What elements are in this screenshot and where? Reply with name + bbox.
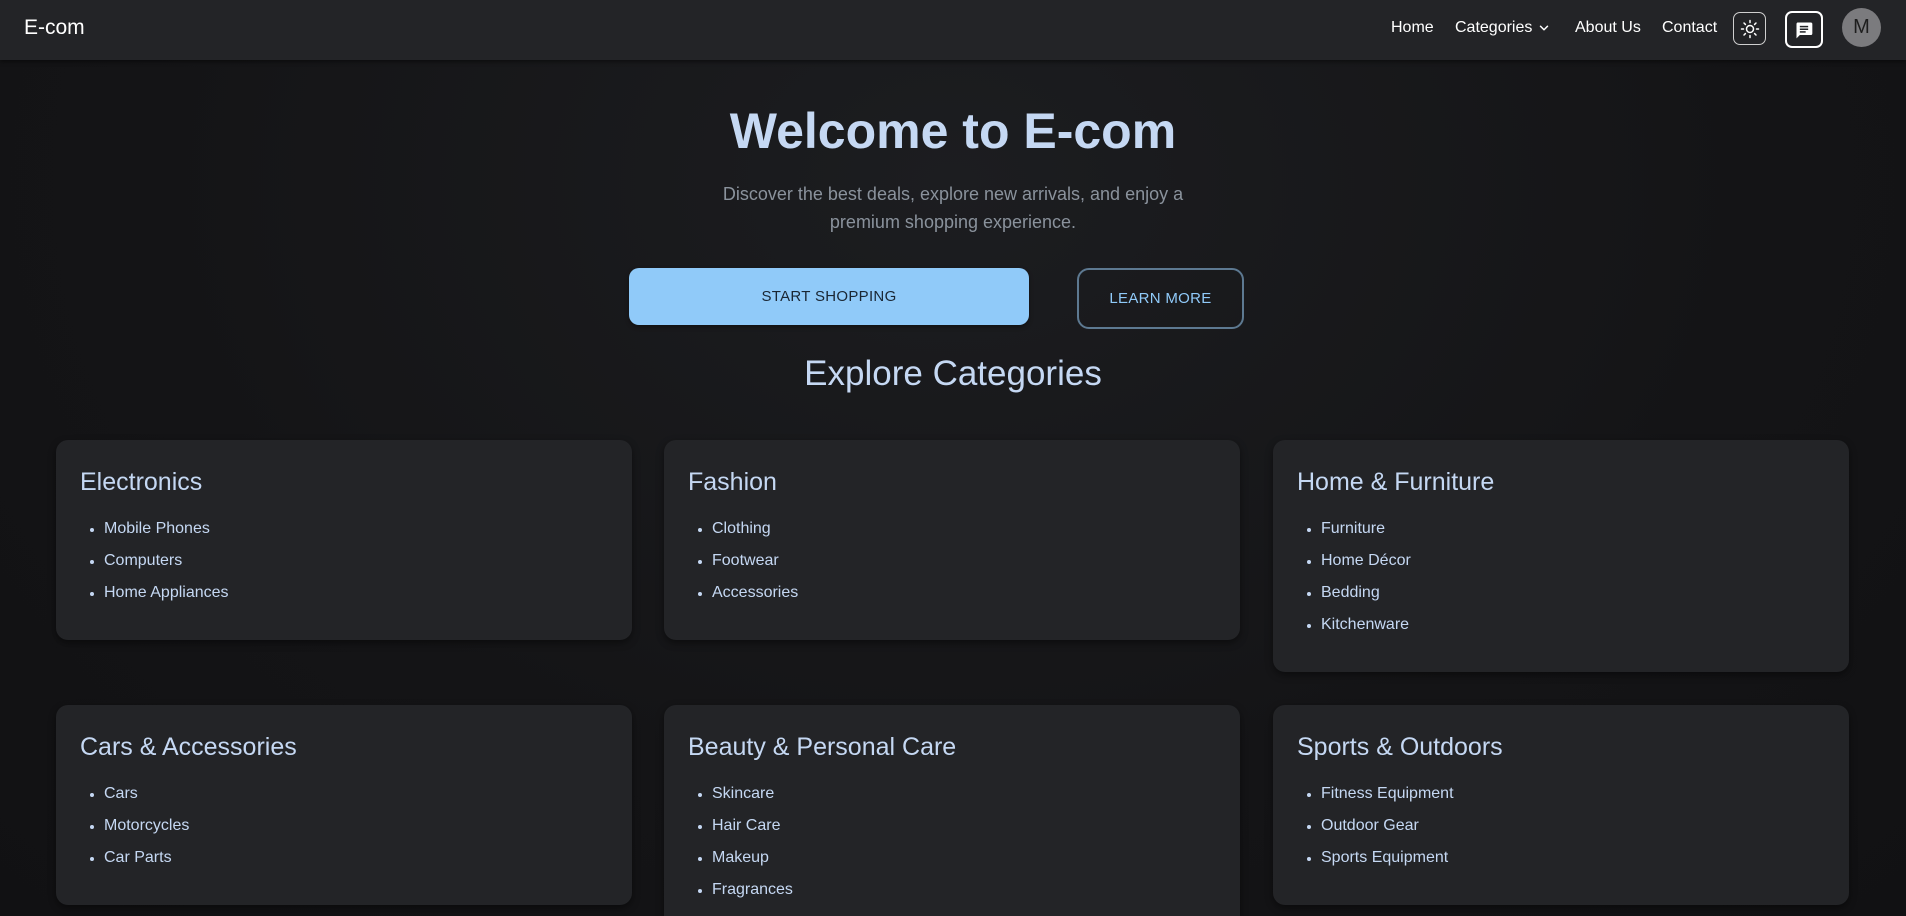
brand-logo-link[interactable]: E-com <box>24 16 85 40</box>
category-item[interactable]: Bedding <box>1321 581 1825 613</box>
category-item-list: Cars Motorcycles Car Parts <box>80 782 608 878</box>
category-card-sports-outdoors[interactable]: Sports & Outdoors Fitness Equipment Outd… <box>1273 705 1849 905</box>
nav-link-about[interactable]: About Us <box>1575 19 1641 37</box>
category-card-cars-accessories[interactable]: Cars & Accessories Cars Motorcycles Car … <box>56 705 632 905</box>
sun-icon <box>1740 19 1759 38</box>
top-navbar: E-com Home Categories About Us Contact M <box>0 0 1906 60</box>
start-shopping-button[interactable]: START SHOPPING <box>629 268 1029 325</box>
category-card-title: Fashion <box>688 468 777 496</box>
category-card-title: Home & Furniture <box>1297 468 1495 496</box>
category-card-title: Electronics <box>80 468 203 496</box>
user-avatar[interactable]: M <box>1842 8 1881 47</box>
category-item-list: Clothing Footwear Accessories <box>688 517 1216 613</box>
category-card-title: Beauty & Personal Care <box>688 733 957 761</box>
chat-icon <box>1796 22 1813 38</box>
category-item[interactable]: Accessories <box>712 581 1216 613</box>
category-item[interactable]: Sports Equipment <box>1321 846 1825 878</box>
category-item-list: Skincare Hair Care Makeup Fragrances <box>688 782 1216 910</box>
category-card-home-furniture[interactable]: Home & Furniture Furniture Home Décor Be… <box>1273 440 1849 672</box>
category-item[interactable]: Fitness Equipment <box>1321 782 1825 814</box>
learn-more-button[interactable]: LEARN MORE <box>1077 268 1244 329</box>
category-item-list: Mobile Phones Computers Home Appliances <box>80 517 608 613</box>
chat-button[interactable] <box>1785 11 1823 48</box>
category-card-fashion[interactable]: Fashion Clothing Footwear Accessories <box>664 440 1240 640</box>
category-item[interactable]: Fragrances <box>712 878 1216 910</box>
category-item[interactable]: Home Décor <box>1321 549 1825 581</box>
nav-categories-label: Categories <box>1455 19 1533 36</box>
category-item[interactable]: Motorcycles <box>104 814 608 846</box>
category-item[interactable]: Outdoor Gear <box>1321 814 1825 846</box>
category-item[interactable]: Computers <box>104 549 608 581</box>
category-item[interactable]: Makeup <box>712 846 1216 878</box>
category-item[interactable]: Mobile Phones <box>104 517 608 549</box>
category-item[interactable]: Hair Care <box>712 814 1216 846</box>
category-item[interactable]: Car Parts <box>104 846 608 878</box>
nav-categories-dropdown[interactable]: Categories <box>1455 19 1551 37</box>
hero-title: Welcome to E-com <box>729 103 1177 159</box>
hero-subtitle: Discover the best deals, explore new arr… <box>722 184 1184 232</box>
category-item[interactable]: Clothing <box>712 517 1216 549</box>
category-item-list: Furniture Home Décor Bedding Kitchenware <box>1297 517 1825 645</box>
category-card-beauty-personal-care[interactable]: Beauty & Personal Care Skincare Hair Car… <box>664 705 1240 916</box>
category-card-title: Sports & Outdoors <box>1297 733 1503 761</box>
category-item[interactable]: Footwear <box>712 549 1216 581</box>
theme-toggle-button[interactable] <box>1733 12 1766 45</box>
category-item[interactable]: Home Appliances <box>104 581 608 613</box>
nav-link-contact[interactable]: Contact <box>1662 19 1717 37</box>
category-item[interactable]: Skincare <box>712 782 1216 814</box>
category-item[interactable]: Furniture <box>1321 517 1825 549</box>
category-card-electronics[interactable]: Electronics Mobile Phones Computers Home… <box>56 440 632 640</box>
categories-section-title: Explore Categories <box>804 354 1102 393</box>
chevron-down-icon <box>1540 25 1549 31</box>
nav-link-home[interactable]: Home <box>1391 19 1434 37</box>
category-card-title: Cars & Accessories <box>80 733 297 761</box>
category-item[interactable]: Kitchenware <box>1321 613 1825 645</box>
category-item-list: Fitness Equipment Outdoor Gear Sports Eq… <box>1297 782 1825 878</box>
category-item[interactable]: Cars <box>104 782 608 814</box>
